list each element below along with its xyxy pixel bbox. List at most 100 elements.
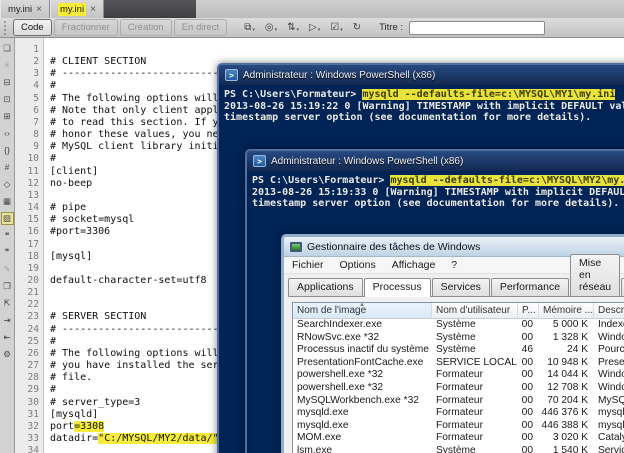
outdent-code-icon[interactable]: ⇤ xyxy=(1,331,14,344)
remove-comment-icon[interactable]: ❞ xyxy=(1,246,14,259)
process-list: Nom de l'image ▲ Nom d'utilisateur P... Mémo… xyxy=(292,302,624,453)
table-row[interactable]: mysqld.exe Formateur 00 446 388 K mysqld.e xyxy=(293,420,624,433)
close-tab-icon[interactable]: × xyxy=(36,4,42,15)
menu-item-fichier[interactable]: Fichier xyxy=(284,259,332,271)
select-parent-tag-icon[interactable]: ‹› xyxy=(1,127,14,140)
apply-comment-icon[interactable]: ❝ xyxy=(1,229,14,242)
table-row[interactable]: MySQLWorkbench.exe *32 Formateur 00 70 204 … xyxy=(293,395,624,408)
table-cell: MySQL W xyxy=(598,394,624,406)
auto-indent-icon[interactable]: ▨ xyxy=(0,212,14,225)
table-row[interactable]: powershell.exe *32 Formateur 00 12 708 K Win… xyxy=(293,382,624,395)
menu-item-options[interactable]: Options xyxy=(332,259,384,271)
recent-snippets-icon[interactable]: ❒ xyxy=(1,280,14,293)
table-cell: 12 708 K xyxy=(547,381,588,393)
view-button-code[interactable]: Code xyxy=(13,19,52,36)
table-row[interactable]: Processus inactif du système Système 46 24 … xyxy=(293,344,624,357)
powershell-2-titlebar[interactable]: > Administrateur : Windows PowerShell (x… xyxy=(247,151,624,171)
view-button-création[interactable]: Création xyxy=(119,19,172,36)
collapse-full-tag-icon[interactable]: ⊟ xyxy=(1,76,14,89)
column-header-nomdutilisateur[interactable]: Nom d'utilisateur xyxy=(432,303,518,319)
table-cell: Formateur xyxy=(436,407,483,419)
line-number: 23 xyxy=(27,311,39,323)
line-number: 8 xyxy=(33,129,39,141)
preview-in-browser-icon[interactable]: ◎ xyxy=(261,21,281,34)
table-cell: mysqld.e xyxy=(598,407,624,419)
line-number: 19 xyxy=(27,262,39,274)
syntax-coloring-icon[interactable]: ▦ xyxy=(1,195,14,208)
tab-mise-en-réseau[interactable]: Mise en réseau xyxy=(570,254,621,296)
column-header-mmoire[interactable]: Mémoire ... xyxy=(539,303,594,319)
document-tab-1[interactable]: my.ini × xyxy=(0,0,50,18)
task-manager-window: Gestionnaire des tâches de Windows Fichi… xyxy=(281,234,624,453)
table-cell: 1 540 K xyxy=(552,444,588,453)
menu-item-affichage[interactable]: Affichage xyxy=(384,259,444,271)
table-row[interactable]: powershell.exe *32 Formateur 00 14 044 K Win… xyxy=(293,369,624,382)
table-row[interactable]: SearchIndexer.exe Système 00 5 000 K Indexeu… xyxy=(293,319,624,332)
line-number: 9 xyxy=(33,141,39,153)
refresh-icon[interactable]: ↻ xyxy=(349,21,366,34)
table-row[interactable]: mysqld.exe Formateur 00 446 376 K mysqld.e xyxy=(293,407,624,420)
indent-code-icon[interactable]: ⇥ xyxy=(1,314,14,327)
format-source-icon[interactable]: ⚙ xyxy=(1,348,14,361)
line-number: 20 xyxy=(27,274,39,286)
file-management-icon[interactable]: ⇅ xyxy=(283,21,303,34)
tab-processus[interactable]: Processus xyxy=(363,278,431,297)
column-header-p[interactable]: P... xyxy=(518,303,539,319)
table-cell: Système xyxy=(436,444,476,453)
line-number: 33 xyxy=(27,433,39,444)
line-numbers-icon[interactable]: # xyxy=(1,161,14,174)
table-cell: Windows xyxy=(598,331,624,343)
table-row[interactable]: lsm.exe Système 00 1 540 K Service d xyxy=(293,445,624,453)
menu-item-?[interactable]: ? xyxy=(443,259,465,271)
line-number: 14 xyxy=(27,202,39,214)
tab-label: my.ini xyxy=(8,3,33,15)
sort-ascending-icon: ▲ xyxy=(359,303,365,308)
line-number: 2 xyxy=(33,56,39,68)
expand-all-icon[interactable]: ⊞ xyxy=(1,110,14,123)
line-number: 4 xyxy=(33,80,39,92)
close-tab-icon[interactable]: × xyxy=(90,4,96,15)
line-number: 22 xyxy=(27,299,39,311)
powershell-1-console[interactable]: PS C:\Users\Formateur> mysqld --defaults… xyxy=(219,85,624,124)
table-cell: Indexeur xyxy=(598,319,624,330)
document-toolbar: CodeFractionnerCréationEn direct ⧉◎⇅▷☑↻ … xyxy=(0,18,624,38)
line-number: 3 xyxy=(33,68,39,80)
check-browser-compat-icon[interactable]: ☑ xyxy=(326,21,346,34)
prompt-text: PS C:\Users\Formateur> xyxy=(224,89,363,100)
powershell-1-titlebar[interactable]: > Administrateur : Windows PowerShell (x… xyxy=(219,65,624,85)
table-row[interactable]: MOM.exe Formateur 00 3 020 K Catalyst xyxy=(293,432,624,445)
line-number: 11 xyxy=(27,165,39,177)
table-row[interactable]: PresentationFontCache.exe SERVICE LOCAL 00… xyxy=(293,357,624,370)
preview-debug-icon[interactable]: ▷ xyxy=(305,21,324,34)
table-cell: MOM.exe xyxy=(297,432,342,444)
table-row[interactable]: RNowSvc.exe *32 Système 00 1 328 K Windows xyxy=(293,332,624,345)
table-cell: Windows xyxy=(598,369,624,381)
open-documents-icon[interactable]: ❏ xyxy=(1,42,14,55)
document-title-input[interactable] xyxy=(409,20,546,35)
column-header-nomdelimage[interactable]: Nom de l'image ▲ xyxy=(293,303,432,319)
line-number: 7 xyxy=(33,116,39,128)
powershell-2-console[interactable]: PS C:\Users\Formateur> mysqld --defaults… xyxy=(247,171,624,210)
table-cell: Windows xyxy=(598,381,624,393)
table-cell: 00 xyxy=(521,356,533,368)
powershell-1-title: Administrateur : Windows PowerShell (x86… xyxy=(243,69,436,81)
table-cell: 00 xyxy=(521,407,533,419)
view-button-en-direct[interactable]: En direct xyxy=(173,19,228,36)
multiscreen-preview-icon[interactable]: ⧉ xyxy=(240,21,259,34)
tab-applications[interactable]: Applications xyxy=(288,278,363,296)
highlight-invalid-code-icon[interactable]: ◇ xyxy=(1,178,14,191)
move-css-rule-icon[interactable]: ⇱ xyxy=(1,297,14,310)
column-header-descripti[interactable]: Descripti... xyxy=(594,303,624,319)
table-cell: 70 204 K xyxy=(547,394,588,406)
table-cell: 00 xyxy=(521,331,533,343)
table-cell: powershell.exe *32 xyxy=(297,381,384,393)
view-button-fractionner[interactable]: Fractionner xyxy=(53,19,118,36)
tab-services[interactable]: Services xyxy=(431,278,490,296)
table-cell: Système xyxy=(436,319,476,330)
tab-performance[interactable]: Performance xyxy=(490,278,570,296)
collapse-selection-icon[interactable]: ⊡ xyxy=(1,93,14,106)
table-cell: 446 376 K xyxy=(541,407,588,419)
table-cell: Presenta xyxy=(598,356,624,368)
balance-braces-icon[interactable]: {} xyxy=(1,144,14,157)
document-tab-2[interactable]: my.ini × xyxy=(49,0,104,18)
